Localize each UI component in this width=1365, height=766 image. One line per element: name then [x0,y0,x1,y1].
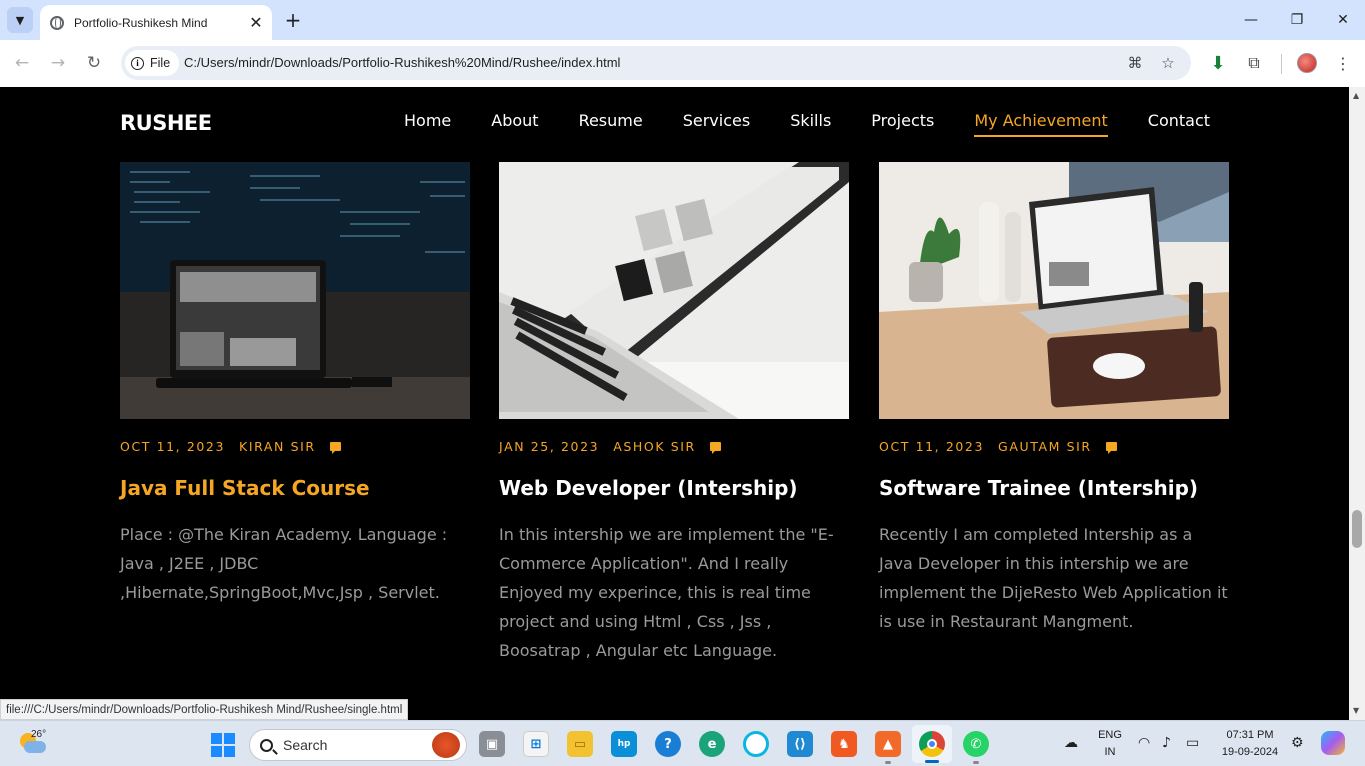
tab-title: Portfolio-Rushikesh Mind [74,15,208,30]
search-highlight-icon [432,732,460,758]
achievement-card: JAN 25, 2023 ASHOK SIR Web Developer (In… [499,162,849,665]
running-indicator [885,761,891,764]
info-icon: i [131,56,144,70]
site-logo[interactable]: RUSHEE [120,111,212,135]
card-title[interactable]: Web Developer (Intership) [499,476,849,500]
clock-time[interactable]: 07:31 PM [1218,729,1282,741]
card-title[interactable]: Java Full Stack Course [120,476,470,500]
whatsapp-icon[interactable]: ✆ [963,731,989,757]
link-status-bubble: file:///C:/Users/mindr/Downloads/Portfol… [0,699,409,720]
achievement-card: OCT 11, 2023 GAUTAM SIR Software Trainee… [879,162,1229,636]
vscode-icon[interactable]: ⟨⟩ [787,731,813,757]
comment-icon[interactable] [709,442,721,454]
reload-icon[interactable]: ↻ [81,50,107,76]
search-label: Search [283,737,328,753]
start-icon[interactable] [211,733,235,757]
battery-icon[interactable]: ▭ [1186,735,1199,751]
windows-taskbar: 26° Search ▣ ⊞ ▭ hp ? e ⟨⟩ ♞ ▲ ✆ ☁ ENG I… [0,720,1365,766]
card-title[interactable]: Software Trainee (Intership) [879,476,1229,500]
active-indicator [925,760,939,763]
tab-search-icon[interactable]: ▼ [7,7,33,33]
site-nav: Home About Resume Services Skills Projec… [404,111,1210,137]
myhp-icon[interactable]: hp [611,731,637,757]
app-icon[interactable]: ▲ [875,731,901,757]
achievement-card: OCT 11, 2023 KIRAN SIR Java Full Stack C… [120,162,470,607]
store-icon[interactable]: ⊞ [523,731,549,757]
extensions-icon[interactable]: ⧉ [1243,52,1265,74]
close-icon[interactable]: ✕ [246,13,266,33]
nav-about[interactable]: About [491,111,538,137]
alexa-icon[interactable] [743,731,769,757]
temperature: 26° [31,729,47,740]
card-author[interactable]: GAUTAM SIR [998,439,1092,454]
card-text: Recently I am completed Intership as a J… [879,525,1228,631]
task-view-icon[interactable]: ▣ [479,731,505,757]
card-image-laptop-white[interactable] [499,162,849,419]
clock-date[interactable]: 19-09-2024 [1218,746,1282,758]
card-text: In this intership we are implement the "… [499,525,834,660]
forward-icon[interactable]: → [45,50,71,76]
taskbar-search[interactable]: Search [249,729,467,761]
language-code[interactable]: ENG [1094,729,1126,741]
nav-home[interactable]: Home [404,111,451,137]
avatar[interactable] [1296,52,1318,74]
language-region[interactable]: IN [1094,746,1126,758]
nav-contact[interactable]: Contact [1148,111,1210,137]
comment-icon[interactable] [1105,442,1117,454]
plus-icon[interactable]: + [282,8,304,32]
search-icon [260,738,273,752]
nav-skills[interactable]: Skills [790,111,831,137]
card-text: Place : @The Kiran Academy. Language : J… [120,525,448,602]
chrome-icon[interactable] [919,731,945,757]
nav-resume[interactable]: Resume [579,111,643,137]
tab-strip: ▼ Portfolio-Rushikesh Mind ✕ + — ❐ ✕ [0,0,1365,40]
card-meta: OCT 11, 2023 GAUTAM SIR [879,439,1229,454]
maximize-icon[interactable]: ❐ [1274,6,1320,34]
nav-projects[interactable]: Projects [871,111,934,137]
toolbar-divider [1281,54,1282,74]
site-info-chip[interactable]: i File [125,50,180,76]
wifi-icon[interactable]: ◠ [1138,735,1150,751]
browser-tab[interactable]: Portfolio-Rushikesh Mind ✕ [40,5,272,40]
card-meta: JAN 25, 2023 ASHOK SIR [499,439,849,454]
card-meta: OCT 11, 2023 KIRAN SIR [120,439,470,454]
translate-icon[interactable]: ⌘ [1125,53,1145,73]
card-author[interactable]: KIRAN SIR [239,439,316,454]
globe-icon [50,15,64,30]
nav-services[interactable]: Services [683,111,750,137]
scroll-up-icon[interactable]: ▲ [1353,91,1359,100]
comment-icon[interactable] [329,442,341,454]
back-icon[interactable]: ← [9,50,35,76]
scrollbar-thumb[interactable] [1352,510,1362,548]
brave-icon[interactable]: ♞ [831,731,857,757]
card-image-laptop-code[interactable] [120,162,470,419]
copilot-icon[interactable] [1321,731,1345,755]
edge-icon[interactable]: e [699,731,725,757]
card-date: OCT 11, 2023 [120,439,226,454]
page-viewport: RUSHEE Home About Resume Services Skills… [0,87,1349,720]
file-explorer-icon[interactable]: ▭ [567,731,593,757]
volume-icon[interactable]: ♪ [1162,735,1171,751]
card-author[interactable]: ASHOK SIR [613,439,696,454]
address-bar[interactable]: i File C:/Users/mindr/Downloads/Portfoli… [121,46,1191,80]
star-icon[interactable]: ☆ [1158,53,1178,73]
card-date: OCT 11, 2023 [879,439,985,454]
settings-icon[interactable]: ⚙ [1291,735,1304,751]
close-window-icon[interactable]: ✕ [1320,6,1365,34]
minimize-icon[interactable]: — [1228,6,1274,34]
nav-my-achievement[interactable]: My Achievement [974,111,1108,137]
card-date: JAN 25, 2023 [499,439,600,454]
more-icon[interactable]: ⋮ [1332,52,1354,74]
url-text[interactable]: C:/Users/mindr/Downloads/Portfolio-Rushi… [184,55,620,70]
chip-label: File [150,56,171,70]
card-image-desk-setup[interactable] [879,162,1229,419]
page-scrollbar[interactable]: ▲ ▼ [1349,87,1365,720]
help-icon[interactable]: ? [655,731,681,757]
download-icon[interactable]: ⬇ [1207,52,1229,74]
onedrive-icon[interactable]: ☁ [1064,735,1078,751]
scroll-down-icon[interactable]: ▼ [1353,706,1359,715]
browser-toolbar: ← → ↻ i File C:/Users/mindr/Downloads/Po… [0,40,1365,87]
running-indicator [973,761,979,764]
